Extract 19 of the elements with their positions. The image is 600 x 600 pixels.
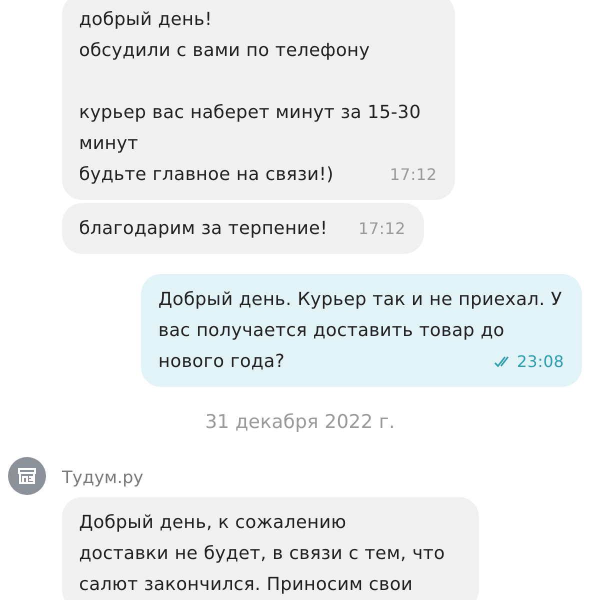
message-line: минут <box>79 132 138 156</box>
message-line: вас получается доставить товар до <box>158 319 504 343</box>
message-line: Добрый день, к сожалению <box>79 511 346 535</box>
message-time: 23:08 <box>516 351 564 373</box>
message-time: 17:12 <box>358 218 406 240</box>
message-line: Добрый день. Курьер так и не приехал. У <box>158 288 562 312</box>
sender-name: Тудум.ру <box>62 468 144 488</box>
avatar[interactable] <box>8 457 46 495</box>
message-line: благодарим за терпение! <box>79 217 328 241</box>
message-line: будьте главное на связи!) <box>79 163 334 187</box>
message-line: салют закончился. Приносим свои <box>79 573 413 597</box>
message-line: курьер вас наберет минут за 15-30 <box>79 101 421 125</box>
message-line: добрый день! <box>79 8 212 32</box>
message-line: нового года? <box>158 350 285 374</box>
store-icon <box>17 467 37 485</box>
message-line: доставки не будет, в связи с тем, что <box>79 542 445 566</box>
date-separator: 31 декабря 2022 г. <box>205 410 395 435</box>
message-line: обсудили с вами по телефону <box>79 39 370 63</box>
message-time: 17:12 <box>390 164 437 186</box>
